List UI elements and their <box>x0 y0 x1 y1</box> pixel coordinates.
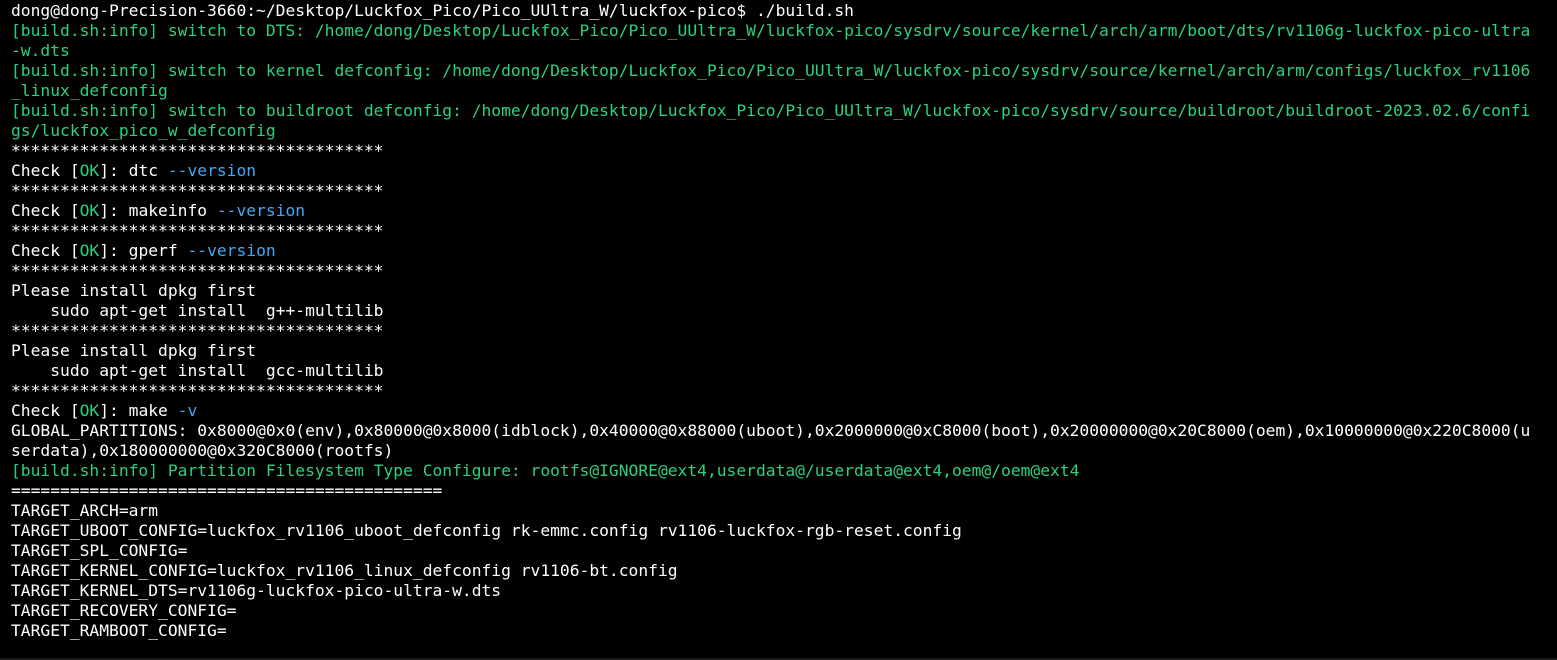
terminal-text-segment: ************************************** <box>11 381 384 400</box>
terminal-text-segment: serdata),0x180000000@0x320C8000(rootfs) <box>11 441 394 460</box>
terminal-text-segment: OK <box>79 401 100 420</box>
terminal-text-segment: OK <box>79 161 100 180</box>
terminal-text-segment: sudo apt-get install g++-multilib <box>11 301 384 320</box>
terminal-text-segment: [build.sh:info] switch to buildroot defc… <box>11 101 1531 120</box>
terminal-text-segment: sudo apt-get install gcc-multilib <box>11 361 384 380</box>
terminal-line: TARGET_UBOOT_CONFIG=luckfox_rv1106_uboot… <box>11 521 1557 541</box>
terminal-line: Check [OK]: gperf --version <box>11 241 1557 261</box>
terminal-text-segment: Please install dpkg first <box>11 341 257 360</box>
terminal-line: ************************************** <box>11 381 1557 401</box>
terminal-text-segment: TARGET_SPL_CONFIG= <box>11 541 188 560</box>
terminal-text-segment: GLOBAL_PARTITIONS: 0x8000@0x0(env),0x800… <box>11 421 1531 440</box>
terminal-text-segment: TARGET_RAMBOOT_CONFIG= <box>11 621 227 640</box>
terminal-line: ========================================… <box>11 481 1557 501</box>
terminal-line: GLOBAL_PARTITIONS: 0x8000@0x0(env),0x800… <box>11 421 1557 441</box>
terminal-text-segment: ]: makeinfo <box>99 201 217 220</box>
terminal-text-segment: ]: make <box>99 401 178 420</box>
terminal-text-segment: -w.dts <box>11 41 70 60</box>
terminal-text-segment: TARGET_ARCH=arm <box>11 501 159 520</box>
terminal-line: TARGET_KERNEL_DTS=rv1106g-luckfox-pico-u… <box>11 581 1557 601</box>
terminal-window[interactable]: dong@dong-Precision-3660:~/Desktop/Luckf… <box>0 0 1557 660</box>
terminal-text-segment: ************************************** <box>11 181 384 200</box>
terminal-text-segment: --version <box>187 241 276 260</box>
terminal-line: ************************************** <box>11 261 1557 281</box>
terminal-text-segment: TARGET_KERNEL_DTS=rv1106g-luckfox-pico-u… <box>11 581 502 600</box>
terminal-text-segment: OK <box>79 241 100 260</box>
terminal-text-segment: ************************************** <box>11 221 384 240</box>
terminal-line: Please install dpkg first <box>11 281 1557 301</box>
terminal-text-segment: Check [ <box>11 241 80 260</box>
terminal-line: Check [OK]: dtc --version <box>11 161 1557 181</box>
terminal-line: [build.sh:info] switch to DTS: /home/don… <box>11 21 1557 41</box>
terminal-line: -w.dts <box>11 41 1557 61</box>
terminal-text-segment: -v <box>177 401 198 420</box>
terminal-line: Please install dpkg first <box>11 341 1557 361</box>
terminal-text-segment: ************************************** <box>11 141 384 160</box>
terminal-text-segment: --version <box>167 161 257 180</box>
terminal-text-segment: [build.sh:info] switch to DTS: /home/don… <box>11 21 1531 40</box>
terminal-line: TARGET_RAMBOOT_CONFIG= <box>11 621 1557 641</box>
terminal-text-segment: ************************************** <box>11 321 384 340</box>
terminal-line: [build.sh:info] Partition Filesystem Typ… <box>11 461 1557 481</box>
terminal-line: serdata),0x180000000@0x320C8000(rootfs) <box>11 441 1557 461</box>
terminal-line: ************************************** <box>11 141 1557 161</box>
terminal-text-segment: [build.sh:info] switch to kernel defconf… <box>11 61 1531 80</box>
terminal-text-segment: TARGET_KERNEL_CONFIG=luckfox_rv1106_linu… <box>11 561 678 580</box>
terminal-text-segment: ************************************** <box>11 261 384 280</box>
terminal-line: [build.sh:info] switch to kernel defconf… <box>11 61 1557 81</box>
terminal-text-segment: TARGET_RECOVERY_CONFIG= <box>11 601 237 620</box>
terminal-text-segment: gs/luckfox_pico_w_defconfig <box>11 121 276 140</box>
terminal-line: TARGET_SPL_CONFIG= <box>11 541 1557 561</box>
terminal-text-segment: TARGET_UBOOT_CONFIG=luckfox_rv1106_uboot… <box>11 521 962 540</box>
terminal-text-segment: --version <box>216 201 306 220</box>
terminal-line: TARGET_RECOVERY_CONFIG= <box>11 601 1557 621</box>
terminal-line: dong@dong-Precision-3660:~/Desktop/Luckf… <box>11 1 1557 21</box>
terminal-line: TARGET_ARCH=arm <box>11 501 1557 521</box>
terminal-text-segment: ========================================… <box>11 481 443 500</box>
terminal-line: sudo apt-get install g++-multilib <box>11 301 1557 321</box>
terminal-text-segment: _linux_defconfig <box>11 81 168 100</box>
terminal-line: _linux_defconfig <box>11 81 1557 101</box>
terminal-line: ************************************** <box>11 321 1557 341</box>
terminal-line: TARGET_KERNEL_CONFIG=luckfox_rv1106_linu… <box>11 561 1557 581</box>
terminal-text-segment: Check [ <box>11 401 80 420</box>
terminal-text-segment: ]: dtc <box>99 161 168 180</box>
terminal-text-segment: Check [ <box>11 161 80 180</box>
terminal-line: ************************************** <box>11 221 1557 241</box>
terminal-text-segment: Check [ <box>11 201 80 220</box>
terminal-output: dong@dong-Precision-3660:~/Desktop/Luckf… <box>11 1 1557 641</box>
terminal-text-segment: [build.sh:info] Partition Filesystem Typ… <box>11 461 1080 480</box>
terminal-text-segment: Please install dpkg first <box>11 281 257 300</box>
terminal-text-segment: OK <box>79 201 100 220</box>
terminal-line: ************************************** <box>11 181 1557 201</box>
terminal-line: [build.sh:info] switch to buildroot defc… <box>11 101 1557 121</box>
terminal-line: sudo apt-get install gcc-multilib <box>11 361 1557 381</box>
terminal-line: Check [OK]: makeinfo --version <box>11 201 1557 221</box>
terminal-text-segment: dong@dong-Precision-3660:~/Desktop/Luckf… <box>11 1 854 20</box>
terminal-line: gs/luckfox_pico_w_defconfig <box>11 121 1557 141</box>
terminal-text-segment: ]: gperf <box>99 241 188 260</box>
terminal-line: Check [OK]: make -v <box>11 401 1557 421</box>
